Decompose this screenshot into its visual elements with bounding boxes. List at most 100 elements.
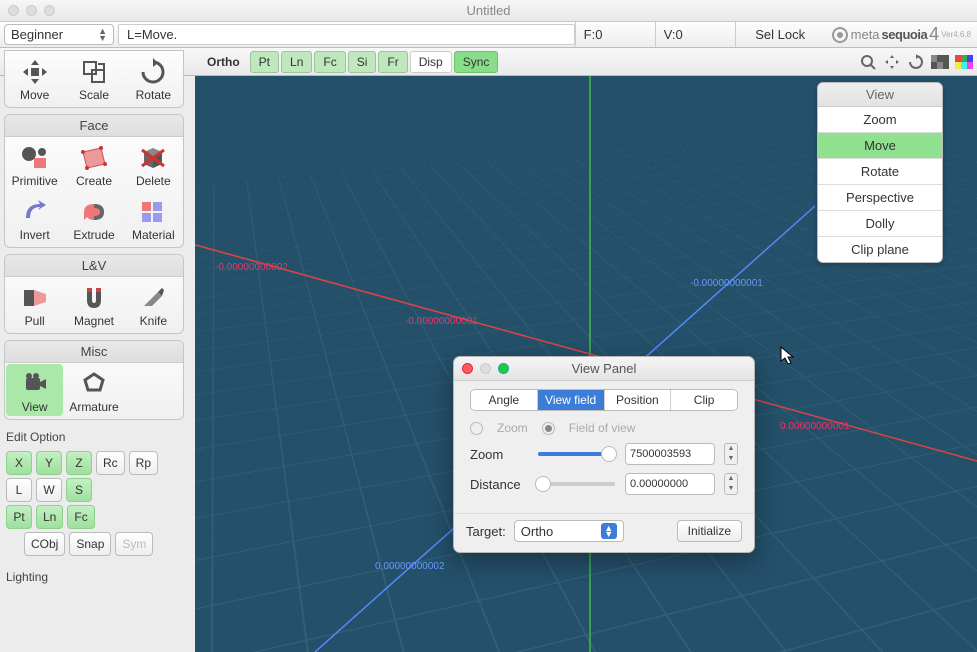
tab-position[interactable]: Position (605, 390, 672, 410)
knife-icon (138, 284, 168, 312)
ortho-label[interactable]: Ortho (199, 51, 248, 73)
chip-x[interactable]: X (6, 451, 32, 475)
view-panel-dialog: View Panel Angle View field Position Cli… (453, 356, 755, 553)
logo-text-2: sequoia (882, 27, 928, 42)
radio-zoom[interactable] (470, 422, 483, 435)
group-lv: L&V (5, 255, 183, 277)
status-faces-text: F:0 (584, 27, 603, 42)
chip-s[interactable]: S (66, 478, 92, 502)
pull-icon (20, 284, 50, 312)
radio-zoom-label: Zoom (497, 421, 528, 435)
status-vertices-text: V:0 (664, 27, 683, 42)
rotate-view-icon[interactable] (907, 53, 925, 71)
tool-move[interactable]: Move (6, 52, 63, 104)
search-icon[interactable] (859, 53, 877, 71)
view-menu-perspective[interactable]: Perspective (818, 185, 942, 211)
chip-rp[interactable]: Rp (129, 451, 158, 475)
tool-rotate-label: Rotate (125, 88, 182, 102)
chip-l[interactable]: L (6, 478, 32, 502)
pill-ln[interactable]: Ln (281, 51, 312, 73)
pill-disp[interactable]: Disp (410, 51, 452, 73)
distance-stepper[interactable]: ▲▼ (724, 473, 738, 495)
tool-delete-label: Delete (125, 174, 182, 188)
status-hint-text: L=Move. (127, 27, 177, 42)
chip-cobj[interactable]: CObj (24, 532, 65, 556)
close-icon[interactable] (8, 5, 19, 16)
dialog-minimize-icon[interactable] (480, 363, 491, 374)
tool-rotate[interactable]: Rotate (125, 52, 182, 104)
extrude-icon (79, 198, 109, 226)
distance-slider[interactable] (538, 482, 615, 486)
skill-level-select[interactable]: Beginner ▲▼ (4, 24, 114, 45)
dialog-zoom-icon[interactable] (498, 363, 509, 374)
minimize-icon[interactable] (26, 5, 37, 16)
tool-material[interactable]: Material (125, 192, 182, 244)
chip-y[interactable]: Y (36, 451, 62, 475)
move-icon (21, 58, 49, 86)
distance-input[interactable]: 0.00000000 (625, 473, 715, 495)
axis-label-x-pos1: 0.00000000001 (780, 421, 850, 432)
primitive-icon (20, 144, 50, 172)
view-menu-rotate[interactable]: Rotate (818, 159, 942, 185)
tool-view[interactable]: View (6, 364, 63, 416)
tool-invert[interactable]: Invert (6, 192, 63, 244)
tool-delete[interactable]: Delete (125, 138, 182, 190)
dialog-close-icon[interactable] (462, 363, 473, 374)
zoom-slider[interactable] (538, 452, 615, 456)
tool-move-label: Move (6, 88, 63, 102)
chip-fc[interactable]: Fc (67, 505, 94, 529)
zoom-window-icon[interactable] (44, 5, 55, 16)
pill-fc[interactable]: Fc (314, 51, 345, 73)
tab-angle[interactable]: Angle (471, 390, 538, 410)
chip-w[interactable]: W (36, 478, 62, 502)
window-controls[interactable] (8, 5, 55, 16)
view-menu-move[interactable]: Move (818, 133, 942, 159)
chip-pt[interactable]: Pt (6, 505, 32, 529)
chip-rc[interactable]: Rc (96, 451, 125, 475)
tool-pull[interactable]: Pull (6, 278, 63, 330)
target-select[interactable]: Ortho ▲▼ (514, 520, 624, 542)
lighting-header: Lighting (4, 566, 184, 588)
chip-sym[interactable]: Sym (115, 532, 153, 556)
view-menu-clip-plane[interactable]: Clip plane (818, 237, 942, 262)
zoom-stepper[interactable]: ▲▼ (724, 443, 738, 465)
tool-knife[interactable]: Knife (125, 278, 182, 330)
pill-fr[interactable]: Fr (378, 51, 407, 73)
edit-option-panel: Edit Option X Y Z Rc Rp L W S Pt Ln Fc C… (4, 426, 184, 588)
tool-scale[interactable]: Scale (65, 52, 122, 104)
view-menu-dolly[interactable]: Dolly (818, 211, 942, 237)
pill-sync[interactable]: Sync (454, 51, 499, 73)
initialize-button[interactable]: Initialize (677, 520, 742, 542)
zoom-input[interactable]: 7500003593 (625, 443, 715, 465)
pill-pt[interactable]: Pt (250, 51, 279, 73)
color-palette-icon[interactable] (955, 53, 973, 71)
tool-scale-label: Scale (65, 88, 122, 102)
tab-clip[interactable]: Clip (671, 390, 737, 410)
sel-lock-button[interactable]: Sel Lock (735, 22, 825, 47)
radio-fov[interactable] (542, 422, 555, 435)
tab-view-field[interactable]: View field (538, 390, 605, 410)
display-mode-icon[interactable] (931, 53, 949, 71)
scale-icon (80, 58, 108, 86)
chip-z[interactable]: Z (66, 451, 92, 475)
zoom-mode-radios: Zoom Field of view (470, 421, 738, 435)
chip-snap[interactable]: Snap (69, 532, 111, 556)
dialog-titlebar[interactable]: View Panel (454, 357, 754, 381)
chip-ln[interactable]: Ln (36, 505, 63, 529)
view-menu-zoom[interactable]: Zoom (818, 107, 942, 133)
tool-armature[interactable]: Armature (65, 364, 122, 416)
rotate-icon (139, 58, 167, 86)
logo-icon (831, 26, 849, 44)
move-view-icon[interactable] (883, 53, 901, 71)
tool-magnet[interactable]: Magnet (65, 278, 122, 330)
view-menu: View Zoom Move Rotate Perspective Dolly … (817, 82, 943, 263)
tool-extrude[interactable]: Extrude (65, 192, 122, 244)
sel-lock-label: Sel Lock (755, 27, 805, 42)
pill-si[interactable]: Si (348, 51, 377, 73)
tool-primitive[interactable]: Primitive (6, 138, 63, 190)
skill-level-value: Beginner (11, 27, 63, 42)
tool-view-label: View (6, 400, 63, 414)
tool-create[interactable]: Create (65, 138, 122, 190)
window-titlebar: Untitled (0, 0, 977, 22)
tool-pull-label: Pull (6, 314, 63, 328)
